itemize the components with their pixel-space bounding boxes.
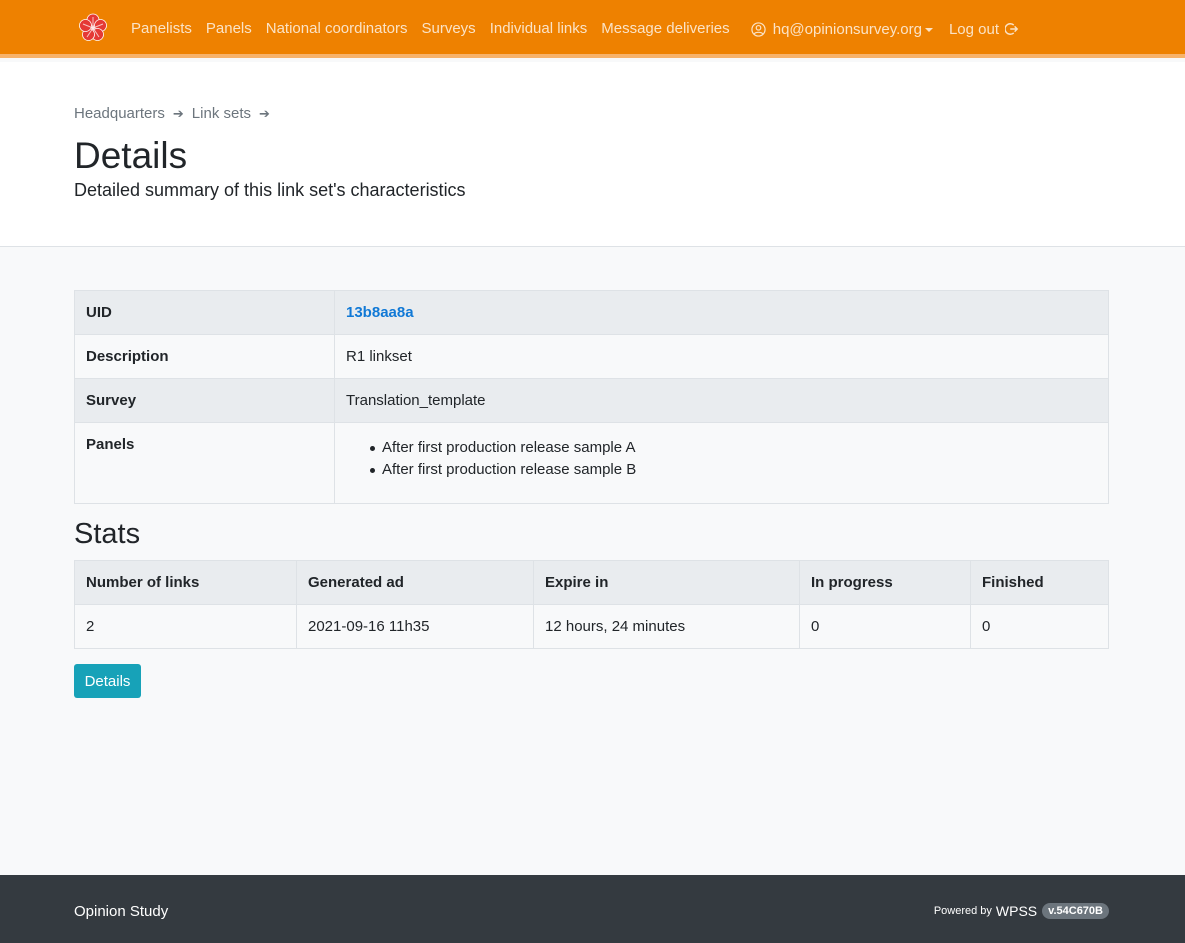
- logout-icon: [1005, 23, 1019, 35]
- column-header: In progress: [799, 560, 971, 605]
- nav-link-panels[interactable]: Panels: [199, 0, 259, 58]
- top-navbar: Panelists Panels National coordinators S…: [0, 0, 1185, 58]
- uid-label: UID: [74, 290, 335, 335]
- arrow-right-icon: ➔: [172, 105, 184, 121]
- uid-cell: 13b8aa8a: [334, 290, 1109, 335]
- nav-link-individual-links[interactable]: Individual links: [483, 0, 595, 58]
- logout-link[interactable]: Log out: [949, 21, 1019, 38]
- column-header: Generated ad: [296, 560, 534, 605]
- table-row: Panels After first production release sa…: [74, 422, 1109, 504]
- user-menu-dropdown[interactable]: hq@opinionsurvey.org: [751, 21, 933, 38]
- number-of-links-cell: 2: [74, 604, 297, 649]
- panels-label: Panels: [74, 422, 335, 504]
- caret-down-icon: [924, 28, 933, 32]
- nav-link-panelists[interactable]: Panelists: [124, 0, 199, 58]
- stats-heading: Stats: [74, 518, 141, 550]
- finished-cell: 0: [970, 604, 1109, 649]
- breadcrumb-link-sets[interactable]: Link sets: [192, 105, 251, 122]
- uid-link[interactable]: 13b8aa8a: [346, 304, 414, 321]
- list-item: After first production release sample A: [370, 437, 1097, 459]
- breadcrumb-headquarters[interactable]: Headquarters: [74, 105, 165, 122]
- stats-table: Number of links Generated ad Expire in I…: [74, 560, 1109, 649]
- table-row: 2 2021-09-16 11h35 12 hours, 24 minutes …: [74, 604, 1109, 649]
- user-email: hq@opinionsurvey.org: [772, 20, 922, 38]
- panels-list: After first production release sample A …: [370, 437, 1097, 481]
- footer: Opinion Study Powered by WPSS v.54C670B: [0, 875, 1185, 943]
- list-item: After first production release sample B: [370, 459, 1097, 481]
- generated-at-cell: 2021-09-16 11h35: [296, 604, 534, 649]
- table-row: Survey Translation_template: [74, 378, 1109, 423]
- footer-powered-by: Powered by WPSS v.54C670B: [934, 903, 1109, 919]
- table-row: UID 13b8aa8a: [74, 290, 1109, 335]
- nav-link-surveys[interactable]: Surveys: [415, 0, 483, 58]
- breadcrumb: Headquarters ➔ Link sets ➔: [74, 105, 278, 122]
- description-label: Description: [74, 334, 335, 379]
- page-title: Details: [74, 135, 188, 176]
- nav-link-national-coordinators[interactable]: National coordinators: [259, 0, 415, 58]
- version-badge: v.54C670B: [1042, 903, 1109, 919]
- arrow-right-icon: ➔: [259, 105, 270, 121]
- page-subtitle: Detailed summary of this link set's char…: [74, 180, 466, 200]
- description-value: R1 linkset: [334, 334, 1109, 379]
- footer-brand: Opinion Study: [74, 903, 169, 920]
- powered-by-label: Powered by: [933, 905, 992, 917]
- details-button[interactable]: Details: [74, 664, 141, 698]
- column-header: Expire in: [533, 560, 800, 605]
- column-header: Finished: [970, 560, 1109, 605]
- flower-logo-icon[interactable]: [78, 13, 108, 43]
- table-header-row: Number of links Generated ad Expire in I…: [74, 560, 1109, 605]
- logout-label: Log out: [948, 20, 999, 38]
- survey-label: Survey: [74, 378, 335, 423]
- main-nav: Panelists Panels National coordinators S…: [124, 0, 737, 58]
- user-circle-icon: [751, 21, 766, 37]
- nav-right: hq@opinionsurvey.org Log out: [751, 0, 1019, 58]
- page-header: Headquarters ➔ Link sets ➔ Details Detai…: [0, 62, 1185, 247]
- column-header: Number of links: [74, 560, 297, 605]
- nav-link-message-deliveries[interactable]: Message deliveries: [594, 0, 736, 58]
- panels-cell: After first production release sample A …: [334, 422, 1109, 504]
- survey-value: Translation_template: [334, 378, 1109, 423]
- table-row: Description R1 linkset: [74, 334, 1109, 379]
- in-progress-cell: 0: [799, 604, 971, 649]
- details-table: UID 13b8aa8a Description R1 linkset Surv…: [74, 290, 1109, 504]
- expire-in-cell: 12 hours, 24 minutes: [533, 604, 800, 649]
- product-name: WPSS: [995, 903, 1038, 919]
